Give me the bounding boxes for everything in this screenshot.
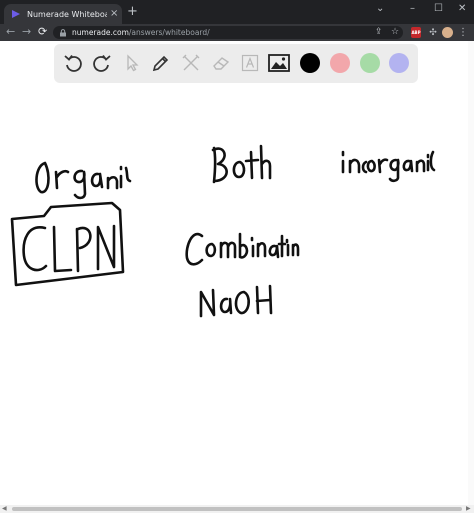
- browser-menu-icon[interactable]: ⋮: [458, 27, 468, 38]
- reload-button[interactable]: ⟳: [38, 25, 47, 39]
- whiteboard-toolbar: [54, 44, 418, 83]
- text-icon[interactable]: [239, 52, 261, 74]
- adblock-extension-icon[interactable]: ABP: [411, 27, 421, 38]
- whiteboard-canvas[interactable]: [0, 41, 474, 505]
- url-text: numerade.com/answers/whiteboard/: [72, 28, 210, 37]
- eraser-icon[interactable]: [210, 52, 232, 74]
- horizontal-scrollbar[interactable]: ◀ ▶: [0, 505, 474, 513]
- share-icon[interactable]: ⇪: [375, 27, 383, 37]
- tab-close-icon[interactable]: ×: [110, 9, 118, 19]
- address-bar[interactable]: numerade.com/answers/whiteboard/: [53, 26, 403, 39]
- forward-button[interactable]: →: [22, 25, 31, 39]
- close-window-button[interactable]: ✕: [458, 3, 466, 15]
- tab-title: Numerade Whiteboard: [27, 9, 107, 19]
- color-pink-swatch[interactable]: [330, 53, 350, 73]
- pen-icon[interactable]: [150, 52, 172, 74]
- image-icon[interactable]: [268, 52, 290, 74]
- undo-icon[interactable]: [62, 52, 84, 74]
- url-path: /answers/whiteboard/: [128, 28, 210, 37]
- window-chevron-icon[interactable]: ⌄: [376, 3, 384, 15]
- browser-tab-bar: Numerade Whiteboard × + ⌄ – ☐ ✕: [0, 0, 474, 24]
- back-button[interactable]: ←: [6, 25, 15, 39]
- redo-icon[interactable]: [91, 52, 113, 74]
- scroll-right-icon[interactable]: ▶: [466, 505, 471, 513]
- browser-tab[interactable]: Numerade Whiteboard ×: [4, 4, 122, 24]
- browser-toolbar: ← → ⟳ numerade.com/answers/whiteboard/ ⇪…: [0, 24, 474, 41]
- color-lavender-swatch[interactable]: [389, 53, 409, 73]
- select-icon[interactable]: [121, 52, 143, 74]
- vertical-scrollbar[interactable]: [468, 41, 474, 505]
- numerade-favicon-icon: [10, 8, 22, 20]
- lock-icon: [59, 28, 67, 37]
- new-tab-button[interactable]: +: [127, 5, 138, 19]
- color-black-swatch[interactable]: [300, 53, 320, 73]
- scrollbar-thumb[interactable]: [12, 507, 462, 511]
- extensions-puzzle-icon[interactable]: ✣: [428, 27, 438, 38]
- color-green-swatch[interactable]: [360, 53, 380, 73]
- minimize-button[interactable]: –: [410, 3, 415, 15]
- bookmark-star-icon[interactable]: ☆: [391, 27, 399, 37]
- scroll-left-icon[interactable]: ◀: [2, 505, 7, 513]
- profile-avatar[interactable]: [442, 27, 453, 38]
- maximize-button[interactable]: ☐: [434, 3, 443, 15]
- url-host: numerade.com: [72, 28, 129, 37]
- tools-icon[interactable]: [180, 52, 202, 74]
